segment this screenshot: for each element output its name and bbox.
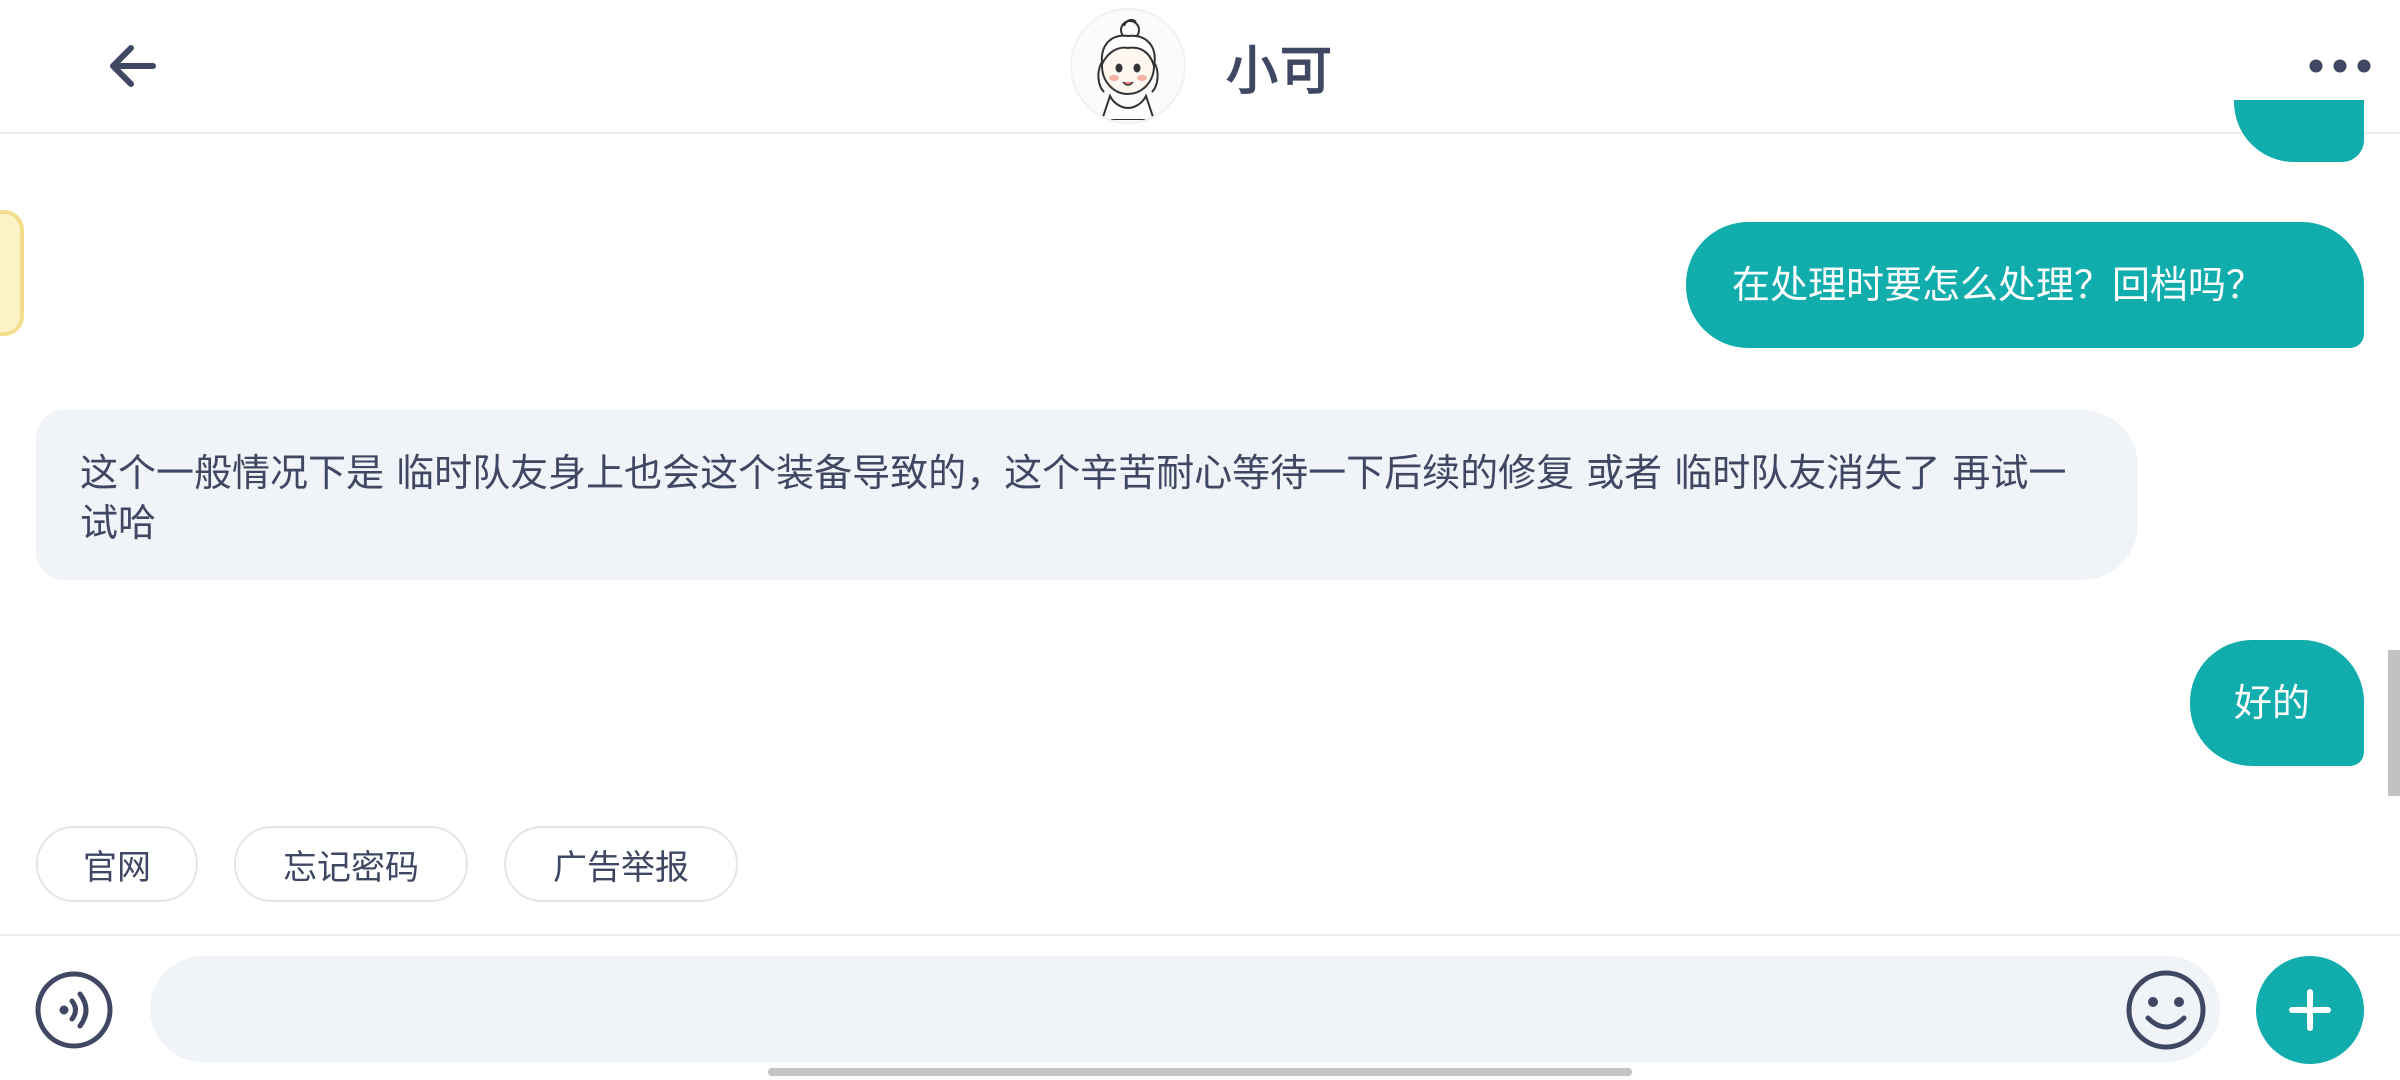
header-center: 小可 xyxy=(1070,8,1334,124)
voice-icon xyxy=(35,971,113,1049)
floating-badge[interactable] xyxy=(0,210,24,336)
scrollbar[interactable] xyxy=(2388,650,2400,796)
message-user[interactable]: 好的 xyxy=(2190,640,2364,766)
header: 小可 xyxy=(0,0,2400,134)
avatar[interactable] xyxy=(1070,8,1186,124)
back-button[interactable] xyxy=(96,30,168,102)
plus-icon xyxy=(2289,989,2331,1031)
quick-reply-label: 广告举报 xyxy=(553,847,689,888)
emoji-button[interactable] xyxy=(2124,968,2208,1052)
more-button[interactable] xyxy=(2300,40,2380,92)
quick-reply-forgot-password[interactable]: 忘记密码 xyxy=(234,826,468,902)
message-text: 好的 xyxy=(2234,681,2311,725)
input-bar xyxy=(0,934,2400,1080)
quick-reply-label: 官网 xyxy=(83,847,151,888)
more-horizontal-icon xyxy=(2309,59,2371,73)
chat-screen: 小可 在处理时要怎么处理？回档吗？ 这个一般情况下是 临时队友身上也会这个装备导… xyxy=(0,0,2400,1080)
voice-button[interactable] xyxy=(34,970,114,1050)
home-indicator[interactable] xyxy=(768,1068,1632,1076)
arrow-left-icon xyxy=(110,45,156,87)
quick-reply-official-site[interactable]: 官网 xyxy=(36,826,198,902)
message-bot[interactable]: 这个一般情况下是 临时队友身上也会这个装备导致的，这个辛苦耐心等待一下后续的修复… xyxy=(36,410,2138,580)
message-text: 在处理时要怎么处理？回档吗？ xyxy=(1732,263,2265,307)
message-text: 这个一般情况下是 临时队友身上也会这个装备导致的，这个辛苦耐心等待一下后续的修复… xyxy=(80,451,2067,545)
plus-button[interactable] xyxy=(2256,956,2364,1064)
message-input[interactable] xyxy=(150,956,2220,1062)
emoji-icon xyxy=(2126,970,2206,1050)
quick-reply-label: 忘记密码 xyxy=(283,847,419,888)
avatar-icon xyxy=(1097,18,1159,120)
partial-message-bubble xyxy=(2234,100,2364,162)
page-title: 小可 xyxy=(1226,41,1335,102)
quick-reply-report-ad[interactable]: 广告举报 xyxy=(504,826,738,902)
message-user[interactable]: 在处理时要怎么处理？回档吗？ xyxy=(1686,222,2364,348)
